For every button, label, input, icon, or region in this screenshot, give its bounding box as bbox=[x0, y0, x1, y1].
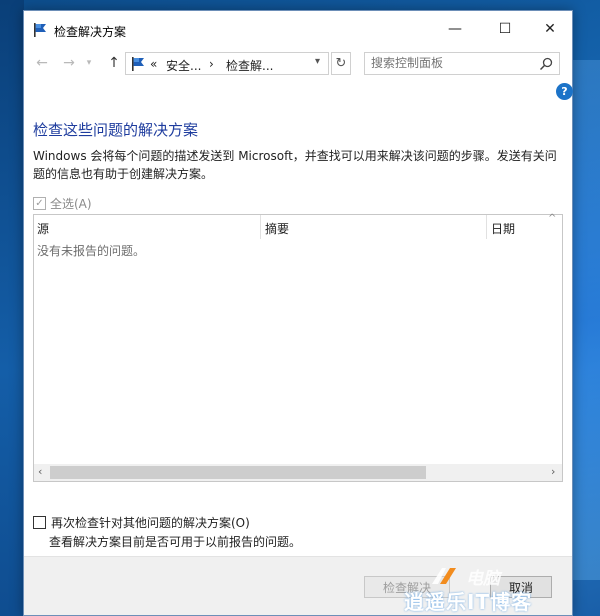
search-box[interactable] bbox=[364, 52, 560, 75]
scroll-right-chevron-icon[interactable]: › bbox=[551, 465, 555, 478]
page-description: Windows 会将每个问题的描述发送到 Microsoft，并查找可以用来解决… bbox=[33, 149, 557, 181]
search-input[interactable] bbox=[371, 56, 531, 70]
breadcrumb-security[interactable]: 安全... bbox=[166, 57, 201, 74]
recheck-checkbox[interactable]: 再次检查针对其他问题的解决方案(O) bbox=[33, 514, 250, 531]
title-bar[interactable]: 检查解决方案 — ☐ ✕ bbox=[24, 11, 572, 47]
list-header: 源 摘要 日期 ^ bbox=[34, 213, 562, 239]
scrollbar-thumb[interactable] bbox=[50, 466, 426, 479]
search-icon[interactable] bbox=[539, 57, 553, 71]
recheck-description: 查看解决方案目前是否可用于以前报告的问题。 bbox=[49, 535, 302, 549]
select-all-label: 全选(A) bbox=[50, 197, 92, 211]
watermark-logo-icon bbox=[432, 568, 456, 584]
navigation-bar: ← → ▾ ↑ « 安全... › 检查解... ▾ ↻ bbox=[24, 47, 572, 79]
flag-icon bbox=[132, 57, 144, 71]
refresh-icon[interactable]: ↻ bbox=[331, 52, 351, 75]
checkmark-icon: ✓ bbox=[33, 197, 46, 210]
sort-up-chevron-icon: ^ bbox=[548, 213, 557, 224]
close-button[interactable]: ✕ bbox=[527, 11, 573, 47]
column-divider[interactable] bbox=[486, 215, 487, 239]
breadcrumb-separator[interactable]: › bbox=[209, 57, 214, 71]
address-dropdown-chevron-icon[interactable]: ▾ bbox=[315, 56, 320, 67]
select-all-checkbox[interactable]: ✓ 全选(A) bbox=[33, 195, 92, 212]
address-bar[interactable]: « 安全... › 检查解... ▾ bbox=[125, 52, 329, 75]
breadcrumb-check-solutions[interactable]: 检查解... bbox=[226, 57, 273, 74]
problem-reports-window: 检查解决方案 — ☐ ✕ ← → ▾ ↑ « 安全... › 检查解... ▾ … bbox=[23, 10, 573, 616]
back-arrow-icon[interactable]: ← bbox=[32, 53, 52, 73]
column-header-source[interactable]: 源 bbox=[37, 220, 49, 237]
desktop-wallpaper-right bbox=[570, 60, 600, 580]
desktop-wallpaper-left bbox=[0, 0, 24, 616]
up-arrow-icon[interactable]: ↑ bbox=[104, 53, 124, 73]
window-title: 检查解决方案 bbox=[54, 25, 127, 39]
watermark-text-bottom: 逍遥乐IT博客 bbox=[404, 590, 533, 614]
forward-arrow-icon[interactable]: → bbox=[59, 53, 79, 73]
minimize-button[interactable]: — bbox=[432, 11, 478, 47]
column-header-date[interactable]: 日期 bbox=[491, 220, 515, 237]
recent-locations-chevron-icon[interactable]: ▾ bbox=[82, 53, 96, 73]
maximize-button[interactable]: ☐ bbox=[482, 11, 528, 47]
problems-list[interactable]: 源 摘要 日期 ^ 没有未报告的问题。 ‹ › bbox=[33, 213, 563, 482]
column-header-summary[interactable]: 摘要 bbox=[265, 220, 289, 237]
help-icon[interactable]: ? bbox=[556, 83, 573, 100]
breadcrumb-overflow[interactable]: « bbox=[150, 57, 157, 71]
empty-list-message: 没有未报告的问题。 bbox=[37, 244, 146, 258]
flag-icon bbox=[34, 23, 46, 37]
horizontal-scrollbar[interactable]: ‹ › bbox=[34, 464, 562, 481]
page-title: 检查这些问题的解决方案 bbox=[33, 121, 199, 139]
checkbox-box[interactable] bbox=[33, 516, 46, 529]
site-watermark: 电脑 逍遥乐IT博客 bbox=[404, 564, 594, 614]
scroll-left-chevron-icon[interactable]: ‹ bbox=[38, 465, 42, 478]
column-divider[interactable] bbox=[260, 215, 261, 239]
recheck-label: 再次检查针对其他问题的解决方案(O) bbox=[51, 516, 250, 530]
